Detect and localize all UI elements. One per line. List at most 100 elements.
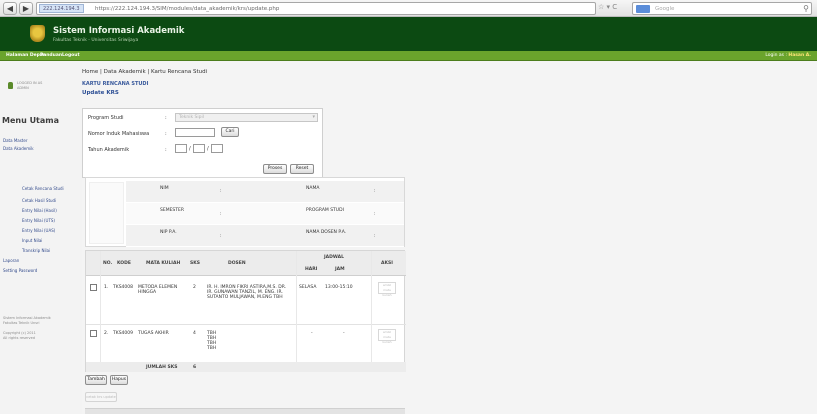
nim-input[interactable]: [175, 128, 215, 137]
program-studi-select[interactable]: Teknik Sipil ▾: [175, 113, 318, 122]
th-aksi: AKSI: [381, 261, 393, 266]
tambah-button[interactable]: Tambah: [85, 375, 107, 385]
student-photo: [89, 182, 124, 244]
menu-panduan[interactable]: Panduan: [40, 53, 62, 58]
sidebar-item-cetak-hasil-studi[interactable]: Cetak Hasil Studi: [22, 198, 56, 203]
chevron-down-icon: ▾: [312, 114, 315, 120]
back-button[interactable]: ◀: [3, 2, 17, 15]
row-dosen: TBH TBH TBH TBH: [207, 331, 217, 351]
colon: :: [220, 189, 222, 194]
info-row-2: SEMESTER : PROGRAM STUDI :: [126, 203, 404, 225]
main-content: Home | Data Akademik | Kartu Rencana Stu…: [82, 62, 817, 414]
sidebar-item-setting-password[interactable]: Setting Password: [3, 268, 37, 273]
address-bar[interactable]: 222.124.194.3 https://222.124.194.3/SIM/…: [36, 2, 596, 15]
login-info: Login as : Hasan A.: [765, 53, 811, 58]
sidebar-item-data-akademik[interactable]: Data Akademik: [3, 146, 34, 151]
search-bar[interactable]: Google ⚲: [632, 2, 812, 15]
site-header: Sistem Informasi Akademik Fakultas Tekni…: [0, 17, 817, 51]
sidebar-item-entry-nilai-hasil[interactable]: Entry Nilai (Hasil): [22, 208, 57, 213]
menu-logout[interactable]: Logout: [62, 53, 80, 58]
row-hari: -: [311, 331, 313, 336]
student-info-panel: NIM : NAMA : SEMESTER : PROGRAM STUDI : …: [85, 177, 405, 247]
hapus-button[interactable]: Hapus: [110, 375, 128, 385]
sidebar-item-entry-nilai-uts[interactable]: Entry Nilai (UTS): [22, 218, 55, 223]
menu-utama-title: Menu Utama: [2, 116, 60, 125]
magnifier-icon[interactable]: ⚲: [803, 4, 809, 13]
reset-button[interactable]: Reset: [290, 164, 314, 174]
sidebar-footer: Sistem Informasi Akademik Fakultas Tekni…: [3, 316, 51, 341]
forward-button[interactable]: ▶: [19, 2, 33, 15]
row-mata-kuliah: METODA ELEMEN HINGGA: [138, 285, 178, 295]
page-heading: KARTU RENCANA STUDI: [82, 81, 149, 87]
tahun-awal-input[interactable]: [175, 144, 187, 153]
krs-table: NO. KODE MATA KULIAH SKS DOSEN JADWAL HA…: [85, 250, 406, 372]
th-dosen: DOSEN: [228, 261, 246, 266]
row-checkbox[interactable]: [90, 330, 97, 337]
row-mata-kuliah: TUGAS AKHIR: [138, 331, 169, 336]
user-info: LOGGED IN AS ADMIN: [17, 81, 77, 91]
tahun-akhir-input[interactable]: [193, 144, 205, 153]
top-menu-bar: Halaman Depan Panduan Logout Login as : …: [0, 51, 817, 61]
site-subtitle: Fakultas Teknik - Universitas Sriwijaya: [53, 38, 139, 43]
sidebar-item-data-master[interactable]: Data Master: [3, 138, 27, 143]
th-mata-kuliah: MATA KULIAH: [146, 261, 181, 266]
sidebar-item-transkrip-nilai[interactable]: Transkrip Nilai: [22, 248, 50, 253]
ambil-button[interactable]: ambil mata kuliah: [378, 282, 396, 297]
colon: :: [165, 147, 167, 153]
row-jam: 13:00-15:10: [325, 285, 353, 290]
login-user[interactable]: Hasan A.: [788, 53, 811, 58]
label-tahun-akademik: Tahun Akademik: [88, 147, 130, 153]
content-footer: [85, 408, 405, 414]
slash-separator: /: [189, 146, 191, 152]
label-nim: Nomor Induk Mahasiswa: [88, 131, 150, 137]
colon: :: [374, 189, 376, 194]
bookmark-star-icon[interactable]: ☆ ▾ C: [598, 3, 617, 11]
th-sks: SKS: [190, 261, 200, 266]
row-divider: [86, 324, 406, 325]
th-no: NO.: [103, 261, 113, 266]
footer-line-3: Copyright (c) 2011: [3, 331, 36, 335]
footer-line-4: All rights reserved: [3, 336, 35, 340]
site-title: Sistem Informasi Akademik: [53, 26, 185, 36]
nama-dosen-pa-label: NAMA DOSEN P.A.: [306, 230, 347, 235]
sidebar-item-cetak-rencana-studi[interactable]: Cetak Rencana Studi: [22, 186, 64, 191]
slash-separator: /: [207, 146, 209, 152]
url-text[interactable]: https://222.124.194.3/SIM/modules/data_a…: [95, 6, 279, 12]
sidebar-item-entry-nilai-uas[interactable]: Entry Nilai (UAS): [22, 228, 55, 233]
row-jam: -: [343, 331, 345, 336]
browser-toolbar: ◀ ▶ 222.124.194.3 https://222.124.194.3/…: [0, 0, 817, 17]
row-sks: 4: [193, 331, 196, 336]
column-divider: [371, 251, 372, 362]
colon: :: [374, 212, 376, 217]
nim-label: NIM: [160, 186, 169, 191]
search-engine-icon[interactable]: [636, 5, 650, 13]
sidebar-item-laporan[interactable]: Laporan: [3, 258, 19, 263]
table-header: NO. KODE MATA KULIAH SKS DOSEN JADWAL HA…: [86, 251, 406, 276]
row-dosen: IR. H. IMRON FIKRI ASTIRA,M.S. DR. IR. G…: [207, 285, 287, 300]
ambil-button[interactable]: ambil mata kuliah: [378, 329, 396, 344]
info-row-3: NIP P.A. : NAMA DOSEN P.A. :: [126, 225, 404, 247]
cetak-krs-button[interactable]: cetak krs update: [85, 392, 117, 402]
colon: :: [220, 212, 222, 217]
total-label: JUMLAH SKS: [146, 365, 178, 370]
site-identity-badge[interactable]: 222.124.194.3: [39, 4, 84, 13]
th-jadwal: JADWAL: [324, 255, 345, 260]
proses-button[interactable]: Proses: [263, 164, 287, 174]
row-checkbox[interactable]: [90, 284, 97, 291]
login-label: Login as :: [765, 53, 787, 58]
sidebar-item-input-nilai[interactable]: Input Nilai: [22, 238, 42, 243]
row-kode: TKS4009: [113, 331, 134, 336]
column-divider: [296, 251, 297, 362]
th-hari: HARI: [305, 267, 318, 272]
cari-button[interactable]: Cari: [221, 127, 239, 137]
semester-input[interactable]: [211, 144, 223, 153]
filter-form: Program Studi : Teknik Sipil ▾ Nomor Ind…: [82, 108, 323, 178]
row-hari: SELASA: [299, 285, 317, 290]
user-line-1: LOGGED IN AS: [17, 81, 43, 85]
colon: :: [165, 115, 167, 121]
row-kode: TKS4008: [113, 285, 134, 290]
label-program-studi: Program Studi: [88, 115, 124, 121]
breadcrumb[interactable]: Home | Data Akademik | Kartu Rencana Stu…: [82, 69, 207, 75]
page-subheading: Update KRS: [82, 90, 119, 96]
th-jam: JAM: [335, 267, 345, 272]
